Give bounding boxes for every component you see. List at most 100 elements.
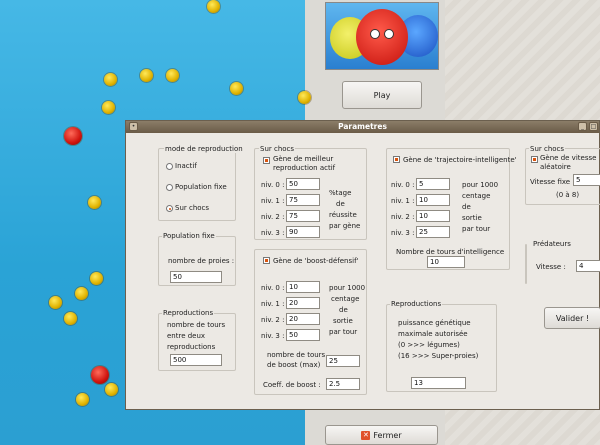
best-level-2-input[interactable]: 75 (286, 210, 320, 222)
level-label: niv. 3 : (261, 229, 285, 237)
best-level-3-input[interactable]: 90 (286, 226, 320, 238)
level-label: niv. 0 : (261, 284, 285, 292)
radio-on-shock-label: Sur chocs (175, 204, 210, 212)
boost-max-input[interactable]: 25 (326, 355, 360, 367)
maximize-icon[interactable]: □ (589, 122, 598, 131)
predator-speed-label: Vitesse : (536, 263, 566, 271)
traj-level-3-input[interactable]: 25 (416, 226, 450, 238)
boost-level-3-input[interactable]: 50 (286, 329, 320, 341)
play-button[interactable]: Play (342, 81, 422, 109)
close-button[interactable]: ✕ Fermer (325, 425, 438, 445)
repro-turns-input[interactable]: 500 (170, 354, 222, 366)
traj-level-2-input[interactable]: 10 (416, 210, 450, 222)
traj-level-1-input[interactable]: 10 (416, 194, 450, 206)
prey-count-label: nombre de proies : (168, 257, 235, 265)
traj-note: par tour (462, 225, 491, 233)
boost-max-label: de boost (max) (267, 361, 321, 369)
trajectory-checkbox[interactable] (393, 156, 400, 163)
best-level-1-input[interactable]: 75 (286, 194, 320, 206)
best-note: de (336, 200, 345, 208)
boost-level-1-input[interactable]: 20 (286, 297, 320, 309)
fixed-pop-title: Population fixe (162, 232, 216, 240)
boost-note: sortie (333, 317, 353, 325)
boost-note: pour 1000 (329, 284, 366, 292)
boost-max-label: nombre de tours (267, 351, 326, 359)
dialog-title: Parametres (338, 122, 387, 131)
prey-count-input[interactable]: 50 (170, 271, 222, 283)
traj-level-0-input[interactable]: 5 (416, 178, 450, 190)
boost-coeff-input[interactable]: 2.5 (326, 378, 360, 390)
validate-button[interactable]: Valider ! (544, 307, 600, 329)
red-creature-icon (356, 9, 408, 65)
boost-coeff-label: Coeff. de boost : (263, 381, 321, 389)
traj-note: sortie (462, 214, 482, 222)
prey-ball (298, 91, 311, 104)
prey-ball (90, 272, 103, 285)
eye-icon (370, 29, 380, 39)
genetic-power-label: puissance génétique (398, 319, 471, 327)
eye-icon (384, 29, 394, 39)
minimize-icon[interactable]: _ (578, 122, 587, 131)
prey-ball (49, 296, 62, 309)
radio-on-shock[interactable] (166, 205, 173, 212)
random-speed-label: Gène de vitesse (540, 154, 597, 162)
close-button-label: Fermer (373, 430, 402, 440)
dialog-titlebar[interactable]: Parametres (126, 121, 599, 133)
radio-fixed-pop-label: Population fixe (175, 183, 227, 191)
boost-checkbox[interactable] (263, 257, 270, 264)
predator-ball (64, 127, 82, 145)
prey-ball (64, 312, 77, 325)
settings-dialog: Parametres • _ □ mode de reproduction In… (125, 120, 600, 410)
best-level-0-input[interactable]: 50 (286, 178, 320, 190)
best-repro-checkbox[interactable] (263, 157, 270, 164)
level-label: niv. 1 : (261, 197, 285, 205)
prey-ball (102, 101, 115, 114)
boost-note: par tour (329, 328, 358, 336)
repro-mode-title: mode de reproduction (164, 145, 244, 153)
prey-ball (166, 69, 179, 82)
prey-ball (104, 73, 117, 86)
radio-inactive[interactable] (166, 163, 173, 170)
prey-ball (75, 287, 88, 300)
best-note: réussite (329, 211, 357, 219)
traj-note: pour 1000 (462, 181, 499, 189)
boost-note: de (339, 306, 348, 314)
window-menu-icon[interactable]: • (129, 122, 138, 131)
best-repro-label: Gène de meilleur (273, 155, 334, 163)
genetic-power-label: (16 >>> Super-proies) (398, 352, 479, 360)
genetic-power-label: maximale autorisée (398, 330, 468, 338)
predators-group (525, 244, 527, 284)
prey-ball (105, 383, 118, 396)
prey-ball (88, 196, 101, 209)
traj-note: de (462, 203, 471, 211)
prey-ball (230, 82, 243, 95)
level-label: niv. 3 : (391, 229, 415, 237)
boost-label: Gène de 'boost-défensif' (273, 257, 359, 265)
genetic-power-label: (0 >>> légumes) (398, 341, 460, 349)
genetic-power-input[interactable]: 13 (411, 377, 466, 389)
repro-turns-label: entre deux (167, 332, 206, 340)
best-repro-label: reproduction actif (273, 164, 336, 172)
boost-level-0-input[interactable]: 10 (286, 281, 320, 293)
random-speed-checkbox[interactable] (531, 156, 538, 163)
speed-title: Sur chocs (529, 145, 566, 153)
radio-fixed-pop[interactable] (166, 184, 173, 191)
prey-ball (140, 69, 153, 82)
predators-title: Prédateurs (532, 240, 572, 248)
traj-note: centage (462, 192, 491, 200)
level-label: niv. 3 : (261, 332, 285, 340)
fixed-speed-input[interactable]: 5 (573, 174, 600, 186)
traj-turns-input[interactable]: 10 (427, 256, 465, 268)
repro-turns-title: Reproductions (162, 309, 215, 317)
best-note: par gène (329, 222, 361, 230)
prey-ball (76, 393, 89, 406)
fixed-speed-label: Vitesse fixe : (530, 178, 575, 186)
level-label: niv. 0 : (261, 181, 285, 189)
shock-best-title: Sur chocs (259, 145, 296, 153)
predator-ball (91, 366, 109, 384)
predator-speed-input[interactable]: 4 (576, 260, 600, 272)
level-label: niv. 1 : (261, 300, 285, 308)
boost-level-2-input[interactable]: 20 (286, 313, 320, 325)
level-label: niv. 1 : (391, 197, 415, 205)
level-label: niv. 2 : (391, 213, 415, 221)
